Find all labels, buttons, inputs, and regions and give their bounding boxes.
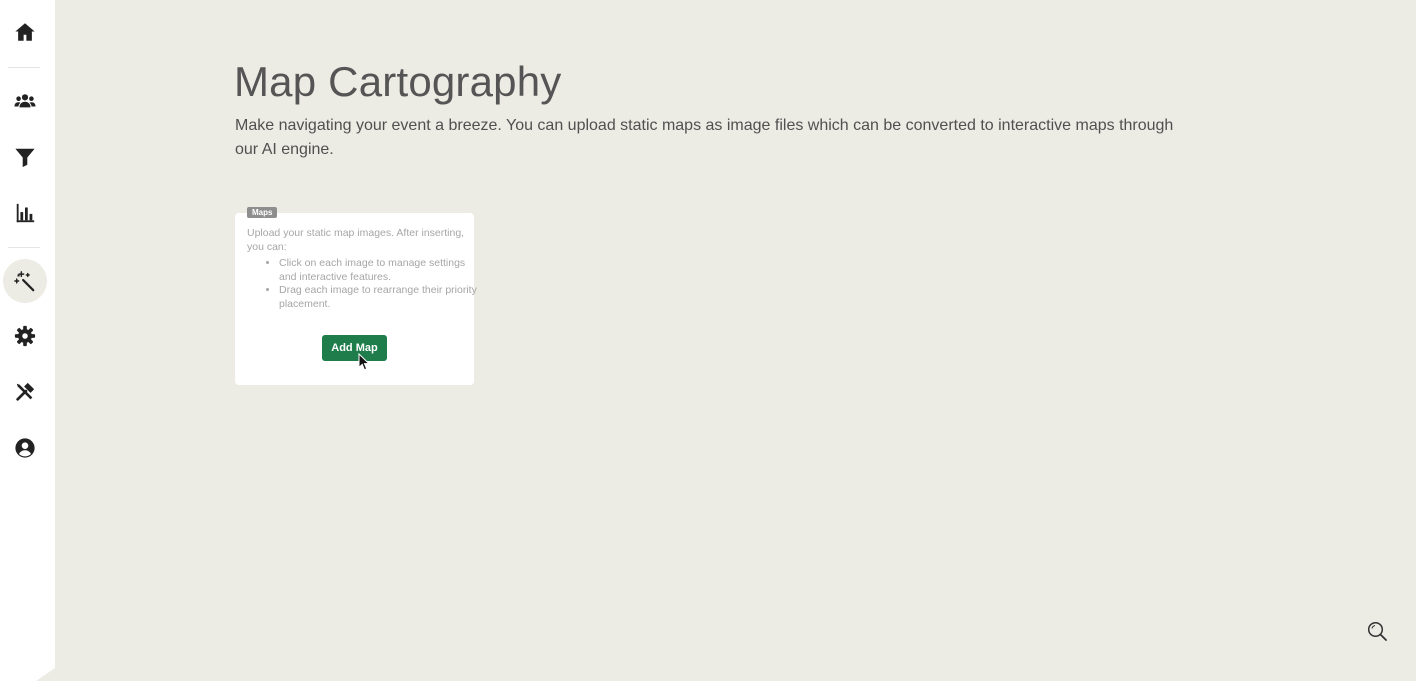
sidebar [0, 0, 55, 681]
filter-icon [15, 148, 35, 168]
sidebar-item-tools[interactable] [3, 370, 47, 414]
gear-icon [14, 325, 36, 347]
sidebar-divider [8, 67, 40, 68]
add-map-button[interactable]: Add Map [322, 335, 387, 361]
search-icon [1367, 621, 1387, 641]
sidebar-divider [8, 247, 40, 248]
maps-card: Maps Upload your static map images. Afte… [235, 207, 477, 385]
magic-wand-icon [14, 271, 35, 292]
user-circle-icon [15, 438, 35, 458]
list-item: Drag each image to rearrange their prior… [279, 284, 479, 311]
sidebar-item-magic[interactable] [3, 259, 47, 303]
page-description: Make navigating your event a breeze. You… [235, 117, 1174, 158]
sidebar-item-home[interactable] [3, 10, 47, 54]
maps-card-intro: Upload your static map images. After ins… [247, 227, 465, 253]
sidebar-item-filter[interactable] [3, 135, 47, 179]
users-icon [14, 94, 36, 108]
sidebar-item-analytics[interactable] [3, 191, 47, 235]
sidebar-item-account[interactable] [3, 426, 47, 470]
bar-chart-icon [16, 203, 35, 223]
sidebar-corner [36, 668, 55, 681]
tools-icon [16, 382, 35, 401]
sidebar-item-settings[interactable] [3, 314, 47, 358]
maps-card-list: Click on each image to manage settings a… [257, 257, 479, 311]
list-item: Click on each image to manage settings a… [279, 257, 479, 284]
sidebar-item-attendees[interactable] [3, 79, 47, 123]
page-title: Map Cartography [234, 58, 562, 105]
mouse-cursor-icon [358, 353, 370, 371]
maps-tag: Maps [247, 207, 278, 218]
home-icon [15, 23, 35, 41]
search-button[interactable] [1366, 620, 1388, 642]
